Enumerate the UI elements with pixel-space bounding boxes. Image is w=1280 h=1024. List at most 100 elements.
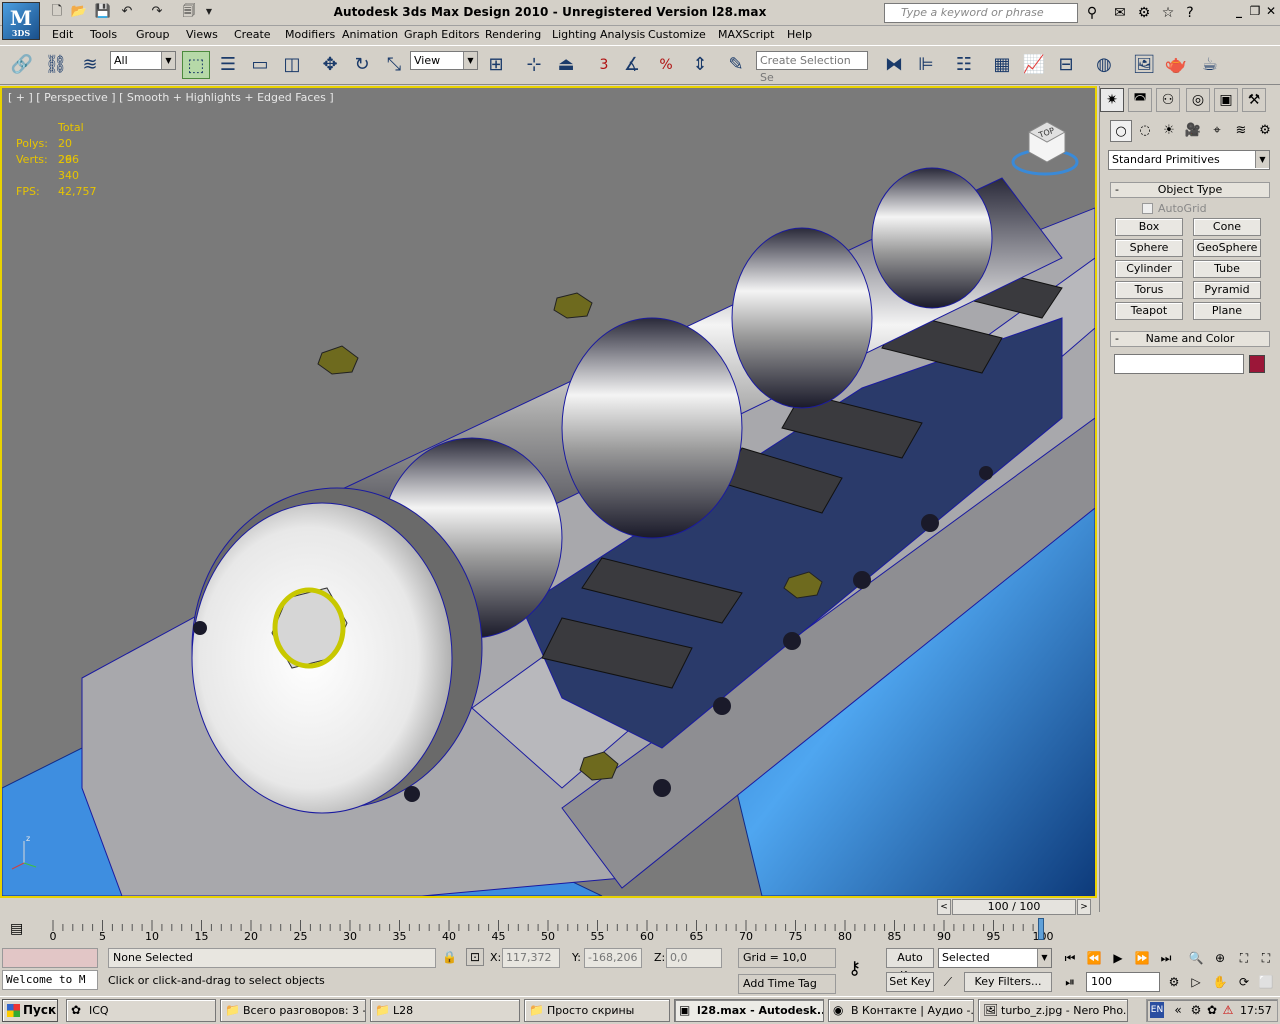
orbit-icon[interactable]: ⟳ [1234,972,1254,992]
unlink-selection-icon[interactable]: ⛓ [42,51,70,79]
spinner-snap-icon[interactable]: ⇕ [686,51,714,79]
zoom-all-icon[interactable]: ⊕ [1210,948,1230,968]
percent-snap-icon[interactable]: % [652,51,680,79]
task-browser[interactable]: ◉ В Контакте | Аудио -... [828,999,974,1022]
key-filters-button[interactable]: Key Filters... [964,972,1052,992]
select-and-rotate-icon[interactable]: ↻ [348,51,376,79]
graphite-modeling-tools-icon[interactable]: ▦ [988,51,1016,79]
menu-group[interactable]: Group [136,28,170,41]
box-button[interactable]: Box [1115,218,1183,236]
window-crossing-icon[interactable]: ◫ [278,51,306,79]
communication-center-icon[interactable]: ✉ [1110,3,1130,23]
geometry-icon[interactable]: ○ [1110,120,1132,142]
layer-manager-icon[interactable]: ☷ [950,51,978,79]
current-frame-marker[interactable] [1038,918,1044,940]
snaps-toggle-icon[interactable]: 3 [590,51,618,79]
previous-frame-icon[interactable]: ⏪ [1084,948,1104,968]
cylinder-button[interactable]: Cylinder [1115,260,1183,278]
auto-key-button[interactable]: Auto Key [886,948,934,982]
object-type-rollout[interactable]: - Object Type [1110,182,1270,198]
double-arrow-icon[interactable]: « [1168,1000,1188,1020]
keyboard-shortcut-override-icon[interactable]: ⏏ [552,51,580,79]
pyramid-button[interactable]: Pyramid [1193,281,1261,299]
tray-antivirus-icon[interactable]: ⚠ [1218,1000,1238,1020]
menu-graph-editors[interactable]: Graph Editors [404,28,480,41]
plane-button[interactable]: Plane [1193,302,1261,320]
help-icon[interactable]: ? [1180,3,1200,23]
menu-lighting-analysis[interactable]: Lighting Analysis [552,28,645,41]
named-selection-sets-field[interactable]: Create Selection Se [756,51,868,84]
favorites-star-icon[interactable]: ☆ [1158,3,1178,23]
play-icon[interactable]: ▶ [1108,948,1128,968]
next-frame-icon[interactable]: ⏩ [1132,948,1152,968]
task-screenshots-folder[interactable]: 📁 Просто скрины [524,999,670,1022]
perspective-viewport[interactable]: [ + ] [ Perspective ] [ Smooth + Highlig… [0,86,1097,898]
task-3dsmax[interactable]: ▣ l28.max - Autodesk... [674,999,824,1022]
render-setup-icon[interactable]: 🖼 [1130,51,1158,79]
mirror-icon[interactable]: ⧓ [880,51,908,79]
menu-tools[interactable]: Tools [90,28,117,41]
edit-named-selection-icon[interactable]: ✎ [722,51,750,79]
absolute-mode-icon[interactable]: ⊡ [466,948,484,966]
zoom-extents-all-icon[interactable]: ⛶ [1256,948,1276,968]
use-pivot-center-icon[interactable]: ⊞ [482,51,510,79]
menu-create[interactable]: Create [234,28,271,41]
x-coordinate-field[interactable]: 117,372 [502,948,560,968]
align-icon[interactable]: ⊫ [912,51,940,79]
key-mode-toggle-icon[interactable]: ⏯ [1060,972,1080,992]
teapot-button[interactable]: Teapot [1115,302,1183,320]
menu-animation[interactable]: Animation [342,28,398,41]
menu-edit[interactable]: Edit [52,28,73,41]
application-button[interactable]: M 3DS [2,2,40,40]
object-color-swatch[interactable] [1249,355,1265,373]
time-slider-prev-button[interactable]: < [937,899,951,915]
space-warps-icon[interactable]: ≋ [1230,120,1252,142]
menu-rendering[interactable]: Rendering [485,28,541,41]
select-and-scale-icon[interactable]: ⤡ [380,51,408,79]
torus-button[interactable]: Torus [1115,281,1183,299]
geosphere-button[interactable]: GeoSphere [1193,239,1261,257]
sphere-button[interactable]: Sphere [1115,239,1183,257]
modify-tab-icon[interactable]: ◚ [1128,88,1152,112]
set-key-button[interactable]: Set Key [886,972,934,992]
current-frame-field[interactable]: 100 [1086,972,1160,992]
display-tab-icon[interactable]: ▣ [1214,88,1238,112]
menu-maxscript[interactable]: MAXScript [718,28,774,41]
viewcube[interactable]: TOP [1011,118,1079,181]
select-and-link-icon[interactable]: 🔗 [8,51,36,79]
hierarchy-tab-icon[interactable]: ⚇ [1156,88,1180,112]
set-key-icon[interactable]: ⚷ [848,958,861,979]
utilities-tab-icon[interactable]: ⚒ [1242,88,1266,112]
menu-customize[interactable]: Customize [648,28,706,41]
zoom-extents-icon[interactable]: ⛶ [1234,948,1254,968]
go-to-end-icon[interactable]: ⏭ [1156,948,1176,968]
curve-editor-icon[interactable]: 📈 [1020,51,1048,79]
go-to-start-icon[interactable]: ⏮ [1060,948,1080,968]
task-icq[interactable]: ✿ ICQ [66,999,216,1022]
quick-render-icon[interactable]: ☕ [1196,51,1224,79]
shapes-icon[interactable]: ◌ [1134,120,1156,142]
infocenter-search-input[interactable]: Type a keyword or phrase [884,3,1078,23]
primitive-category-dropdown[interactable]: Standard Primitives ▼ [1108,150,1270,170]
bind-to-space-warp-icon[interactable]: ≋ [76,51,104,79]
subscription-center-icon[interactable]: ⚙ [1134,3,1154,23]
maxscript-listener-output[interactable] [2,948,98,968]
angle-snap-icon[interactable]: ∡ [618,51,646,79]
zoom-icon[interactable]: 🔍 [1186,948,1206,968]
task-l28-folder[interactable]: 📁 L28 [370,999,520,1022]
track-ruler[interactable]: 0510152025303540455055606570758085909510… [50,918,1054,946]
selection-filter-dropdown[interactable]: All ▼ [110,51,176,70]
time-slider-thumb[interactable]: 100 / 100 [952,899,1076,915]
maximize-viewport-icon[interactable]: ⬜ [1256,972,1276,992]
search-binoculars-icon[interactable]: ⚲ [1082,3,1102,23]
systems-icon[interactable]: ⚙ [1254,120,1276,142]
field-of-view-icon[interactable]: ▷ [1186,972,1206,992]
add-time-tag-button[interactable]: Add Time Tag [738,974,836,994]
object-name-input[interactable] [1114,354,1244,374]
tube-button[interactable]: Tube [1193,260,1261,278]
menu-views[interactable]: Views [186,28,218,41]
reference-coordinate-dropdown[interactable]: View ▼ [410,51,478,70]
cone-button[interactable]: Cone [1193,218,1261,236]
lights-icon[interactable]: ☀ [1158,120,1180,142]
language-indicator[interactable]: EN [1150,1002,1164,1018]
